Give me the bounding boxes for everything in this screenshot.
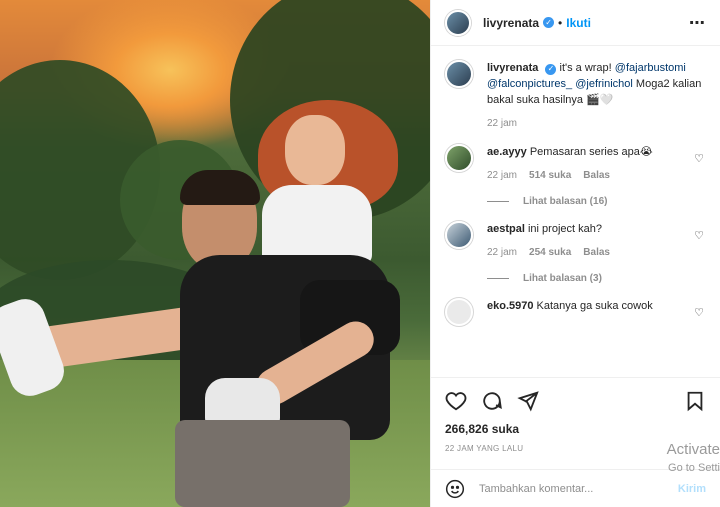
- comment-text: ini project kah?: [527, 223, 602, 235]
- send-icon[interactable]: [517, 390, 539, 412]
- windows-activation-watermark: Activate Go to Setti: [667, 441, 720, 477]
- view-replies-button[interactable]: Lihat balasan (3): [487, 273, 706, 284]
- username-link[interactable]: livyrenata: [483, 16, 539, 30]
- heart-icon[interactable]: [445, 390, 467, 412]
- comment-text: Pemasaran series apa😭: [529, 146, 653, 158]
- post-photo[interactable]: [0, 0, 430, 507]
- avatar[interactable]: [445, 298, 473, 326]
- boy-hair: [180, 170, 260, 205]
- girl-shirt: [262, 185, 372, 265]
- comment-item: eko.5970 Katanya ga suka cowok ♡: [445, 298, 706, 326]
- heart-icon[interactable]: ♡: [694, 306, 704, 319]
- comment-username[interactable]: eko.5970: [487, 300, 533, 312]
- separator-dot: •: [558, 15, 563, 30]
- caption-text: it's a wrap!: [559, 62, 612, 74]
- comment-time[interactable]: 22 jam: [487, 245, 517, 261]
- caption-meta: 22 jam: [487, 116, 706, 132]
- comment-username[interactable]: aestpal: [487, 223, 525, 235]
- mention-link[interactable]: @jefrinichol: [575, 78, 633, 90]
- post-actions: 266,826 suka 22 JAM YANG LALU Kirim Acti…: [431, 377, 720, 507]
- caption-username[interactable]: livyrenata: [487, 62, 538, 74]
- avatar[interactable]: [445, 221, 473, 249]
- watermark-line2: Go to Setti: [668, 462, 720, 474]
- post-header: livyrenata ✓ • Ikuti ⋯: [431, 0, 720, 46]
- follow-button[interactable]: Ikuti: [566, 16, 591, 30]
- heart-icon[interactable]: ♡: [694, 229, 704, 242]
- view-replies-button[interactable]: Lihat balasan (16): [487, 196, 706, 207]
- watermark-line1: Activate: [666, 441, 720, 458]
- avatar[interactable]: [445, 144, 473, 172]
- avatar[interactable]: [445, 60, 473, 88]
- comment-likes[interactable]: 254 suka: [529, 245, 571, 261]
- comment-item: ae.ayyy Pemasaran series apa😭 22 jam 514…: [445, 144, 706, 184]
- emoji-icon[interactable]: [445, 479, 465, 499]
- caption: livyrenata ✓ it's a wrap! @fajarbustomi …: [445, 60, 706, 132]
- verified-icon: ✓: [543, 17, 555, 28]
- more-horizontal-icon[interactable]: ⋯: [689, 13, 706, 33]
- bookmark-icon[interactable]: [684, 390, 706, 412]
- comment-likes[interactable]: 514 suka: [529, 168, 571, 184]
- comment-time[interactable]: 22 jam: [487, 168, 517, 184]
- reply-button[interactable]: Balas: [583, 245, 610, 261]
- avatar[interactable]: [445, 9, 471, 36]
- heart-icon[interactable]: ♡: [694, 152, 704, 165]
- send-comment-button[interactable]: Kirim: [678, 483, 706, 495]
- comment-username[interactable]: ae.ayyy: [487, 146, 527, 158]
- post-sidebar: livyrenata ✓ • Ikuti ⋯ livyrenata ✓ it's…: [430, 0, 720, 507]
- mention-link[interactable]: @falconpictures_: [487, 78, 572, 90]
- verified-icon: ✓: [545, 63, 557, 75]
- comment-item: aestpal ini project kah? 22 jam 254 suka…: [445, 221, 706, 261]
- instagram-post: livyrenata ✓ • Ikuti ⋯ livyrenata ✓ it's…: [0, 0, 720, 507]
- comment-icon[interactable]: [481, 390, 503, 412]
- caption-time[interactable]: 22 jam: [487, 116, 517, 132]
- comment-text: Katanya ga suka cowok: [536, 300, 653, 312]
- likes-count[interactable]: 266,826 suka: [445, 422, 706, 436]
- reply-button[interactable]: Balas: [583, 168, 610, 184]
- comment-input[interactable]: [479, 482, 678, 495]
- girl-face: [285, 115, 345, 185]
- mention-link[interactable]: @fajarbustomi: [615, 62, 686, 74]
- comments-list[interactable]: livyrenata ✓ it's a wrap! @fajarbustomi …: [431, 46, 720, 377]
- boy-shorts: [175, 420, 350, 507]
